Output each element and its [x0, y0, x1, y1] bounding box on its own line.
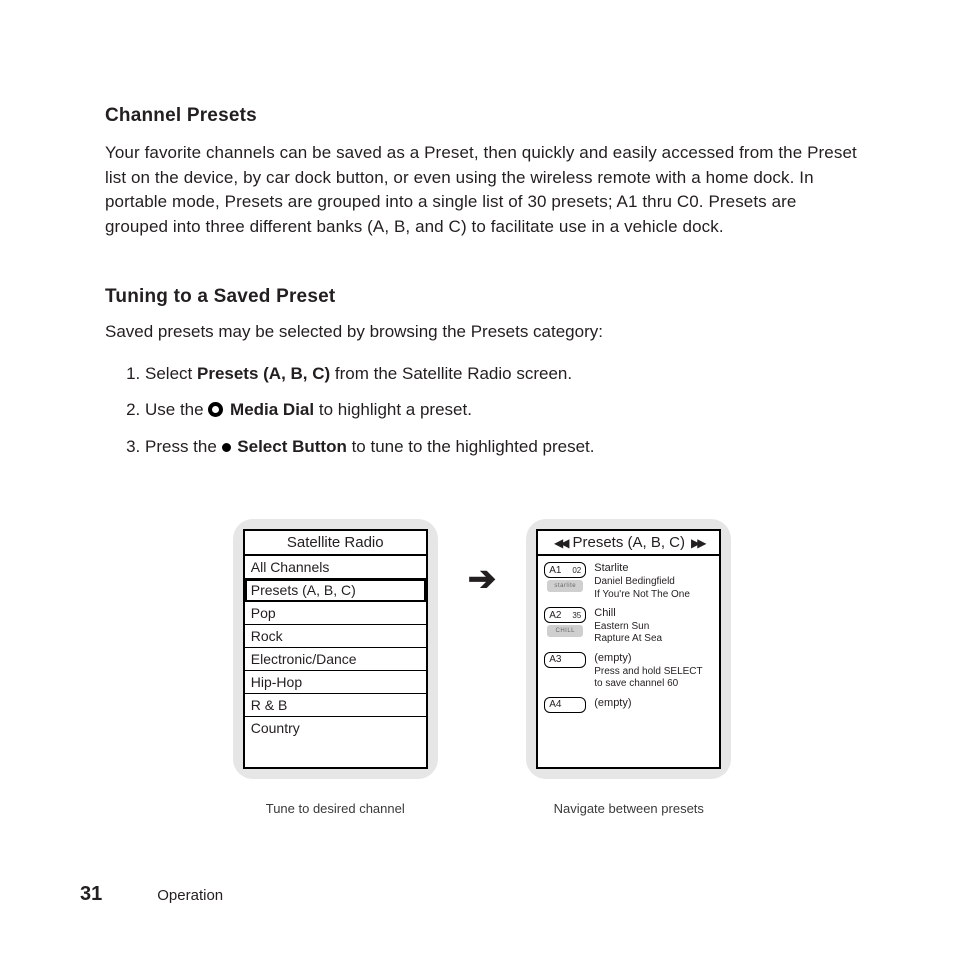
preset-list: A1 02 starlite Starlite Daniel Bedingfie… [538, 556, 719, 718]
step-1: Select Presets (A, B, C) from the Satell… [145, 362, 859, 387]
preset-row: A2 35 CHILL Chill Eastern Sun Rapture At… [544, 607, 713, 646]
preset-text: (empty) Press and hold SELECT to save ch… [594, 652, 702, 691]
screen-title-right: ◀◀ Presets (A, B, C) ▶▶ [538, 531, 719, 556]
paragraph-tuning-lead: Saved presets may be selected by browsin… [105, 322, 859, 342]
list-item: Rock [245, 625, 426, 648]
preset-row: A1 02 starlite Starlite Daniel Bedingfie… [544, 562, 713, 601]
step-3: Press the Select Button to tune to the h… [145, 435, 859, 460]
preset-text: (empty) [594, 697, 631, 713]
preset-chip: A2 35 [544, 607, 586, 623]
page-footer: 31 Operation [0, 883, 954, 906]
category-list: All Channels Presets (A, B, C) Pop Rock … [245, 556, 426, 739]
device-right: ◀◀ Presets (A, B, C) ▶▶ A1 02 starlite [526, 519, 731, 779]
preset-text: Starlite Daniel Bedingfield If You're No… [594, 562, 690, 601]
preset-chip: A3 [544, 652, 586, 668]
preset-row: A4 (empty) [544, 697, 713, 713]
list-item-selected: Presets (A, B, C) [245, 579, 426, 602]
caption-right: Navigate between presets [554, 801, 704, 816]
steps-list: Select Presets (A, B, C) from the Satell… [105, 362, 859, 460]
preset-chip: A1 02 [544, 562, 586, 578]
step-2: Use the Media Dial to highlight a preset… [145, 398, 859, 423]
preset-row: A3 (empty) Press and hold SELECT to save… [544, 652, 713, 691]
media-dial-icon [208, 402, 223, 417]
heading-channel-presets: Channel Presets [105, 105, 859, 127]
list-item: R & B [245, 694, 426, 717]
caption-left: Tune to desired channel [266, 801, 405, 816]
list-item: Pop [245, 602, 426, 625]
list-item: Hip-Hop [245, 671, 426, 694]
channel-logo: starlite [547, 580, 583, 592]
page-number: 31 [80, 883, 102, 906]
channel-logo: CHILL [547, 625, 583, 637]
figures-row: Satellite Radio All Channels Presets (A,… [105, 519, 859, 816]
preset-text: Chill Eastern Sun Rapture At Sea [594, 607, 662, 646]
rewind-icon: ◀◀ [554, 536, 566, 550]
preset-chip: A4 [544, 697, 586, 713]
forward-icon: ▶▶ [691, 536, 703, 550]
device-left: Satellite Radio All Channels Presets (A,… [233, 519, 438, 779]
screen-title-left: Satellite Radio [245, 531, 426, 556]
section-label: Operation [157, 887, 223, 904]
list-item: Electronic/Dance [245, 648, 426, 671]
arrow-right-icon: ➔ [468, 559, 497, 599]
list-item: Country [245, 717, 426, 739]
heading-tuning: Tuning to a Saved Preset [105, 286, 859, 308]
list-item: All Channels [245, 556, 426, 579]
select-button-icon [222, 443, 231, 452]
paragraph-channel-presets: Your favorite channels can be saved as a… [105, 141, 859, 240]
